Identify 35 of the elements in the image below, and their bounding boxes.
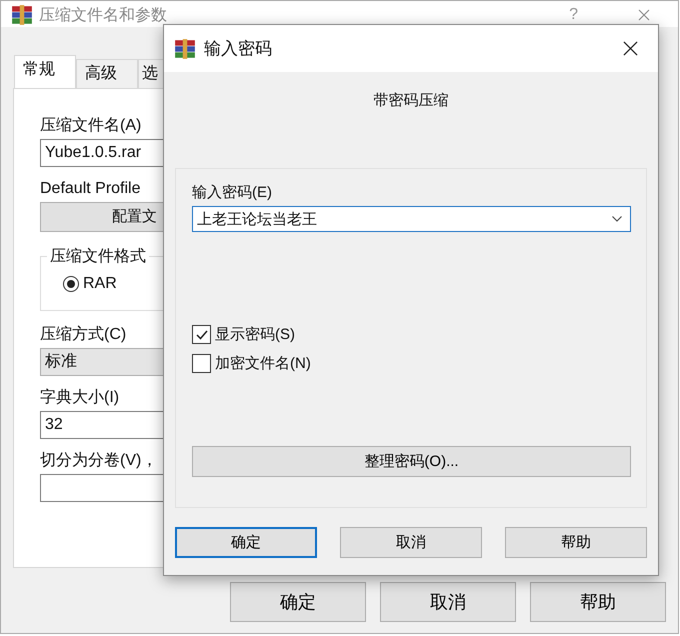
dialog-button[interactable]: 确定 bbox=[230, 582, 366, 622]
archive-icon bbox=[174, 38, 196, 60]
field-label: Default Profile bbox=[40, 179, 142, 199]
dialog-title: 输入密码 bbox=[204, 38, 272, 60]
tab[interactable]: 高级 bbox=[76, 59, 138, 88]
close-icon[interactable] bbox=[623, 41, 638, 56]
radio-label: RAR bbox=[83, 275, 117, 293]
input-field[interactable]: Yube1.0.5.rar bbox=[40, 139, 164, 167]
dialog-button[interactable]: 帮助 bbox=[530, 582, 666, 622]
profile-button[interactable]: 配置文 bbox=[40, 202, 164, 232]
checkbox-label: 显示密码(S) bbox=[215, 325, 295, 344]
archive-icon bbox=[11, 4, 33, 26]
check-icon bbox=[194, 328, 208, 342]
dialog-heading: 带密码压缩 bbox=[374, 92, 448, 109]
input-field[interactable]: 32 bbox=[40, 411, 164, 439]
dropdown[interactable]: 标准 bbox=[40, 348, 164, 376]
tab[interactable]: 常规 bbox=[14, 55, 76, 88]
dialog-button[interactable]: 帮助 bbox=[505, 527, 647, 558]
field-label: 压缩方式(C) bbox=[40, 325, 128, 345]
dialog-button[interactable]: 确定 bbox=[175, 527, 317, 558]
password-combobox[interactable]: 上老王论坛当老王 bbox=[192, 206, 631, 232]
field-label: 字典大小(I) bbox=[40, 388, 120, 408]
checkbox[interactable] bbox=[192, 354, 211, 373]
checkbox[interactable] bbox=[192, 325, 211, 344]
dialog-button[interactable]: 取消 bbox=[340, 527, 482, 558]
manage-passwords-button[interactable]: 整理密码(O)... bbox=[192, 446, 631, 477]
field-label: 输入密码(E) bbox=[192, 183, 272, 203]
field-label: 压缩文件名(A) bbox=[40, 116, 142, 136]
radio-button[interactable] bbox=[63, 276, 79, 292]
dialog-button[interactable]: 取消 bbox=[380, 582, 516, 622]
checkbox-label: 加密文件名(N) bbox=[215, 354, 311, 373]
chevron-down-icon bbox=[612, 216, 622, 222]
field-label: 切分为分卷(V)， bbox=[40, 451, 158, 471]
window-title: 压缩文件名和参数 bbox=[39, 6, 167, 26]
input-field[interactable] bbox=[40, 474, 164, 502]
